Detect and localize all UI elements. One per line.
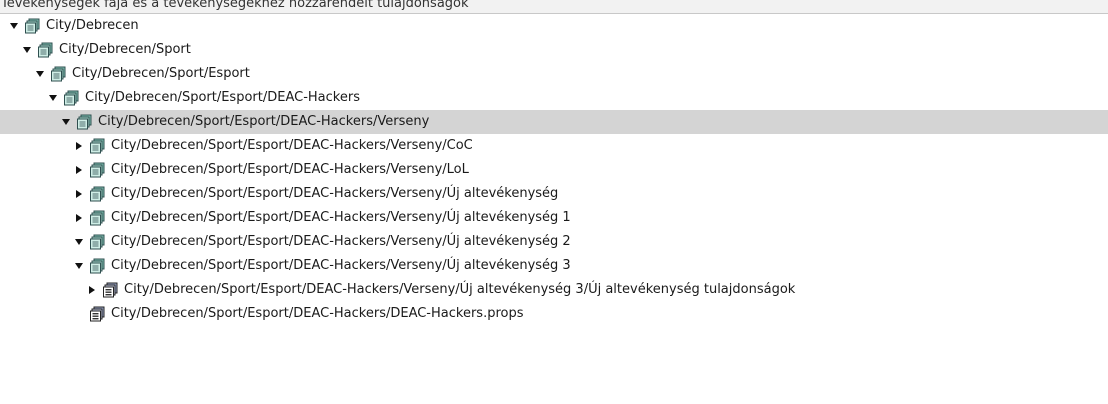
package-icon bbox=[77, 114, 93, 130]
tree-row[interactable]: City/Debrecen/Sport bbox=[0, 38, 1108, 62]
expand-toggle-icon[interactable] bbox=[60, 110, 72, 134]
expand-toggle-icon[interactable] bbox=[73, 254, 85, 278]
tree-node-label: City/Debrecen/Sport/Esport/DEAC-Hackers/… bbox=[111, 186, 559, 201]
properties-file-icon bbox=[103, 282, 119, 298]
tree-row[interactable]: City/Debrecen bbox=[0, 14, 1108, 38]
tree-node-label: City/Debrecen/Sport/Esport/DEAC-Hackers/… bbox=[111, 258, 571, 273]
tree-node-label: City/Debrecen bbox=[46, 18, 139, 33]
tree-node-label: City/Debrecen/Sport/Esport/DEAC-Hackers/… bbox=[124, 282, 796, 297]
tree-row[interactable]: City/Debrecen/Sport/Esport/DEAC-Hackers/… bbox=[0, 206, 1108, 230]
expand-toggle-icon[interactable] bbox=[8, 14, 20, 38]
tree-node-label: City/Debrecen/Sport/Esport/DEAC-Hackers/… bbox=[111, 306, 524, 321]
tree-panel-title-bar: Tevékenységek fája és a tevékenységekhez… bbox=[0, 0, 1108, 14]
tree-row[interactable]: City/Debrecen/Sport/Esport/DEAC-Hackers/… bbox=[0, 302, 1108, 326]
package-icon bbox=[90, 234, 106, 250]
tree-row[interactable]: City/Debrecen/Sport/Esport/DEAC-Hackers/… bbox=[0, 254, 1108, 278]
tree-row[interactable]: City/Debrecen/Sport/Esport/DEAC-Hackers bbox=[0, 86, 1108, 110]
expand-toggle-icon[interactable] bbox=[47, 86, 59, 110]
tree-node-label: City/Debrecen/Sport/Esport/DEAC-Hackers/… bbox=[111, 162, 469, 177]
tree-node-label: City/Debrecen/Sport/Esport/DEAC-Hackers/… bbox=[98, 114, 430, 129]
tree-row[interactable]: City/Debrecen/Sport/Esport/DEAC-Hackers/… bbox=[0, 158, 1108, 182]
tree-node-label: City/Debrecen/Sport/Esport/DEAC-Hackers/… bbox=[111, 234, 571, 249]
collapse-toggle-icon[interactable] bbox=[73, 206, 85, 230]
tree-panel-title: Tevékenységek fája és a tevékenységekhez… bbox=[1, 0, 469, 11]
expand-toggle-icon[interactable] bbox=[21, 38, 33, 62]
tree-row[interactable]: City/Debrecen/Sport/Esport bbox=[0, 62, 1108, 86]
collapse-toggle-icon[interactable] bbox=[86, 278, 98, 302]
collapse-toggle-icon[interactable] bbox=[73, 134, 85, 158]
package-icon bbox=[90, 138, 106, 154]
package-icon bbox=[38, 42, 54, 58]
tree-node-label: City/Debrecen/Sport bbox=[59, 42, 191, 57]
package-icon bbox=[90, 186, 106, 202]
package-icon bbox=[64, 90, 80, 106]
package-icon bbox=[90, 258, 106, 274]
tree-row[interactable]: City/Debrecen/Sport/Esport/DEAC-Hackers/… bbox=[0, 278, 1108, 302]
collapse-toggle-icon[interactable] bbox=[73, 158, 85, 182]
tree-row[interactable]: City/Debrecen/Sport/Esport/DEAC-Hackers/… bbox=[0, 110, 1108, 134]
tree-node-label: City/Debrecen/Sport/Esport bbox=[72, 66, 250, 81]
package-icon bbox=[25, 18, 41, 34]
expand-toggle-icon[interactable] bbox=[34, 62, 46, 86]
expand-toggle-icon[interactable] bbox=[73, 230, 85, 254]
package-icon bbox=[90, 210, 106, 226]
collapse-toggle-icon[interactable] bbox=[73, 182, 85, 206]
package-icon bbox=[90, 162, 106, 178]
tree-node-label: City/Debrecen/Sport/Esport/DEAC-Hackers bbox=[85, 90, 360, 105]
tree-row[interactable]: City/Debrecen/Sport/Esport/DEAC-Hackers/… bbox=[0, 134, 1108, 158]
tree-node-label: City/Debrecen/Sport/Esport/DEAC-Hackers/… bbox=[111, 138, 473, 153]
activity-tree[interactable]: City/Debrecen City/Debrecen/Sport City/D… bbox=[0, 14, 1108, 326]
tree-node-label: City/Debrecen/Sport/Esport/DEAC-Hackers/… bbox=[111, 210, 571, 225]
tree-row[interactable]: City/Debrecen/Sport/Esport/DEAC-Hackers/… bbox=[0, 230, 1108, 254]
properties-file-icon bbox=[90, 306, 106, 322]
tree-row[interactable]: City/Debrecen/Sport/Esport/DEAC-Hackers/… bbox=[0, 182, 1108, 206]
package-icon bbox=[51, 66, 67, 82]
